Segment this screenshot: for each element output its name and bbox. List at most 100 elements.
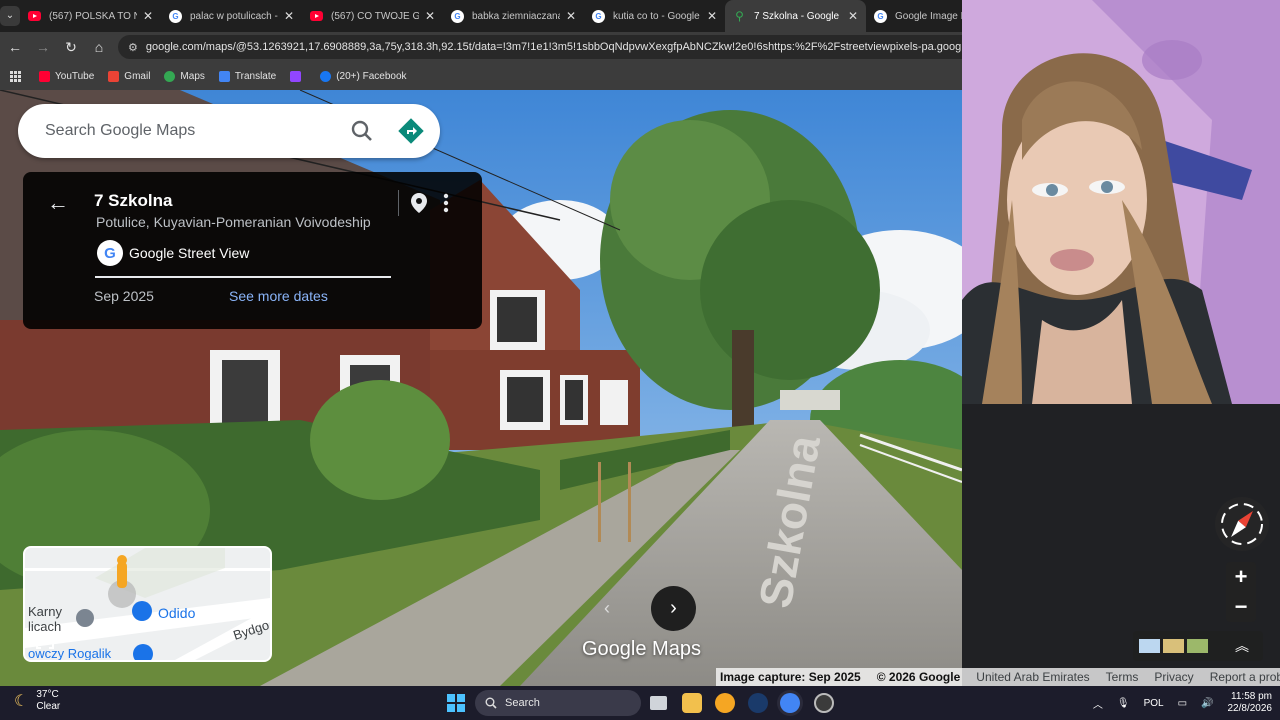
close-tab-icon[interactable]: ✕ bbox=[707, 9, 717, 23]
volume-icon[interactable]: 🔊 bbox=[1201, 698, 1213, 709]
browser-tab[interactable]: (567) CO TWOJE GRY ✕ bbox=[302, 0, 443, 32]
system-tray: ︿ 🎙 POL ▭ 🔊 11:58 pm 22/8/2026 bbox=[1093, 686, 1280, 720]
maps-icon bbox=[164, 70, 176, 82]
more-options-icon[interactable] bbox=[441, 192, 451, 219]
chrome-icon[interactable] bbox=[780, 693, 800, 713]
browser-toolbar: ← → ↻ ⌂ ⚙ google.com/maps/@53.1263921,17… bbox=[0, 32, 962, 62]
bookmark-item[interactable]: Gmail bbox=[108, 70, 150, 82]
map-label: Odido bbox=[158, 605, 196, 621]
browser-tab-strip: ⌄ (567) POLSKA TO NAJ✕Gpalac w potulicac… bbox=[0, 0, 968, 32]
chevron-up-icon[interactable]: ︿ bbox=[1093, 696, 1103, 711]
layer-thumbnail[interactable] bbox=[1139, 639, 1160, 653]
weather-widget[interactable]: ☾ 37°C Clear bbox=[14, 689, 60, 713]
network-icon[interactable]: ▭ bbox=[1178, 698, 1187, 709]
close-tab-icon[interactable]: ✕ bbox=[143, 9, 153, 23]
close-tab-icon[interactable]: ✕ bbox=[425, 9, 435, 23]
tab-title: 7 Szkolna - Google M bbox=[754, 10, 842, 22]
youtube-icon bbox=[28, 11, 41, 21]
mini-map[interactable]: Karny licach Odido Bydgo owczy Rogalik bbox=[23, 546, 272, 662]
twitch-icon bbox=[290, 70, 302, 82]
tab-title: kutia co to - Google S bbox=[613, 10, 701, 22]
divider bbox=[95, 276, 391, 278]
home-button[interactable]: ⌂ bbox=[86, 39, 112, 55]
chevron-down-icon: ⌄ bbox=[0, 6, 20, 26]
tab-title: (567) POLSKA TO NAJ bbox=[49, 10, 137, 22]
zoom-out-button[interactable]: − bbox=[1226, 592, 1256, 622]
maps-search-box[interactable]: Search Google Maps bbox=[18, 104, 440, 158]
clock[interactable]: 11:58 pm 22/8/2026 bbox=[1228, 691, 1273, 715]
bookmark-label: (20+) Facebook bbox=[336, 70, 407, 82]
google-icon: G bbox=[874, 9, 887, 23]
bookmarks-bar: YouTube Gmail Maps Translate (20+) Facebook bbox=[0, 62, 962, 90]
region-link[interactable]: United Arab Emirates bbox=[976, 670, 1089, 684]
clock-date: 22/8/2026 bbox=[1227, 703, 1273, 714]
layer-thumbnail[interactable] bbox=[1163, 639, 1184, 653]
search-icon bbox=[485, 697, 497, 709]
navigate-back-arrow-icon[interactable]: ‹ bbox=[594, 594, 620, 622]
image-capture-label: Image capture: Sep 2025 bbox=[720, 670, 861, 684]
navigate-forward-arrow-icon[interactable]: › bbox=[651, 586, 696, 631]
map-label: Karny bbox=[28, 604, 62, 619]
search-icon[interactable] bbox=[342, 120, 382, 142]
browser-tab[interactable]: Gpalac w potulicach - G ✕ bbox=[161, 0, 302, 32]
microphone-icon[interactable]: 🎙 bbox=[1117, 698, 1130, 709]
google-icon: G bbox=[451, 9, 464, 23]
compass-icon[interactable] bbox=[1215, 497, 1269, 551]
close-tab-icon[interactable]: ✕ bbox=[848, 9, 858, 23]
capture-date: Sep 2025 bbox=[94, 288, 154, 304]
place-subtitle: Potulice, Kuyavian-Pomeranian Voivodeshi… bbox=[96, 214, 371, 230]
bookmarks-list: YouTube Gmail Maps Translate (20+) Facebook bbox=[39, 70, 421, 82]
bookmark-item[interactable]: Translate bbox=[218, 70, 276, 82]
gmail-icon bbox=[108, 70, 120, 82]
webcam-overlay bbox=[962, 0, 1280, 404]
reload-button[interactable]: ↻ bbox=[58, 39, 84, 56]
back-arrow-icon[interactable]: ← bbox=[47, 190, 69, 216]
privacy-link[interactable]: Privacy bbox=[1154, 670, 1193, 684]
source-label: Google Street View bbox=[129, 245, 250, 261]
forward-button[interactable]: → bbox=[30, 39, 56, 55]
layer-thumbnail[interactable] bbox=[1187, 639, 1208, 653]
tab-search-button[interactable]: ⌄ bbox=[0, 0, 20, 32]
chevron-up-icon[interactable]: ︽ bbox=[1235, 636, 1249, 656]
map-pin-icon[interactable] bbox=[410, 192, 428, 219]
close-tab-icon[interactable]: ✕ bbox=[284, 9, 294, 23]
apps-grid-icon[interactable] bbox=[10, 70, 21, 82]
task-view-icon[interactable] bbox=[650, 696, 667, 710]
directions-icon[interactable] bbox=[382, 118, 440, 144]
place-title: 7 Szkolna bbox=[94, 191, 173, 210]
translate-icon bbox=[218, 70, 230, 82]
chrome-canary-icon[interactable] bbox=[715, 693, 735, 713]
browser-tab[interactable]: Gbabka ziemniaczana - ✕ bbox=[443, 0, 584, 32]
zoom-in-button[interactable]: + bbox=[1226, 562, 1256, 592]
search-input[interactable]: Search Google Maps bbox=[45, 122, 342, 140]
windows-start-icon[interactable] bbox=[447, 694, 465, 712]
file-explorer-icon[interactable] bbox=[682, 693, 702, 713]
report-problem-link[interactable]: Report a problem bbox=[1210, 670, 1280, 684]
taskbar-search[interactable]: Search bbox=[475, 690, 641, 716]
moon-icon: ☾ bbox=[14, 693, 29, 710]
close-tab-icon[interactable]: ✕ bbox=[566, 9, 576, 23]
bookmark-item[interactable]: Maps bbox=[164, 70, 205, 82]
browser-tab[interactable]: (567) POLSKA TO NAJ ✕ bbox=[20, 0, 161, 32]
bookmark-item[interactable]: (20+) Facebook bbox=[320, 70, 407, 82]
copyright-label: © 2026 Google bbox=[876, 670, 961, 684]
steam-icon[interactable] bbox=[748, 693, 768, 713]
divider bbox=[398, 190, 399, 216]
site-info-icon[interactable]: ⚙ bbox=[128, 41, 138, 54]
bookmark-label: YouTube bbox=[55, 70, 95, 82]
obs-icon[interactable] bbox=[814, 693, 834, 713]
maps-icon: ⚲ bbox=[735, 9, 744, 23]
back-button[interactable]: ← bbox=[2, 39, 28, 55]
bookmark-item[interactable]: YouTube bbox=[39, 70, 95, 82]
tabs-container: (567) POLSKA TO NAJ✕Gpalac w potulicach … bbox=[20, 0, 1007, 32]
bookmark-item[interactable] bbox=[290, 70, 306, 82]
weather-temp: 37°C bbox=[36, 689, 59, 700]
taskbar-search-label: Search bbox=[505, 697, 540, 709]
address-bar[interactable]: ⚙ google.com/maps/@53.1263921,17.6908889… bbox=[118, 35, 962, 59]
terms-link[interactable]: Terms bbox=[1106, 670, 1139, 684]
layers-panel[interactable]: ︽ bbox=[1133, 631, 1263, 661]
see-more-dates-link[interactable]: See more dates bbox=[229, 288, 328, 304]
language-indicator[interactable]: POL bbox=[1144, 698, 1164, 709]
browser-tab[interactable]: ⚲ 7 Szkolna - Google M ✕ bbox=[725, 0, 866, 32]
browser-tab[interactable]: Gkutia co to - Google S ✕ bbox=[584, 0, 725, 32]
